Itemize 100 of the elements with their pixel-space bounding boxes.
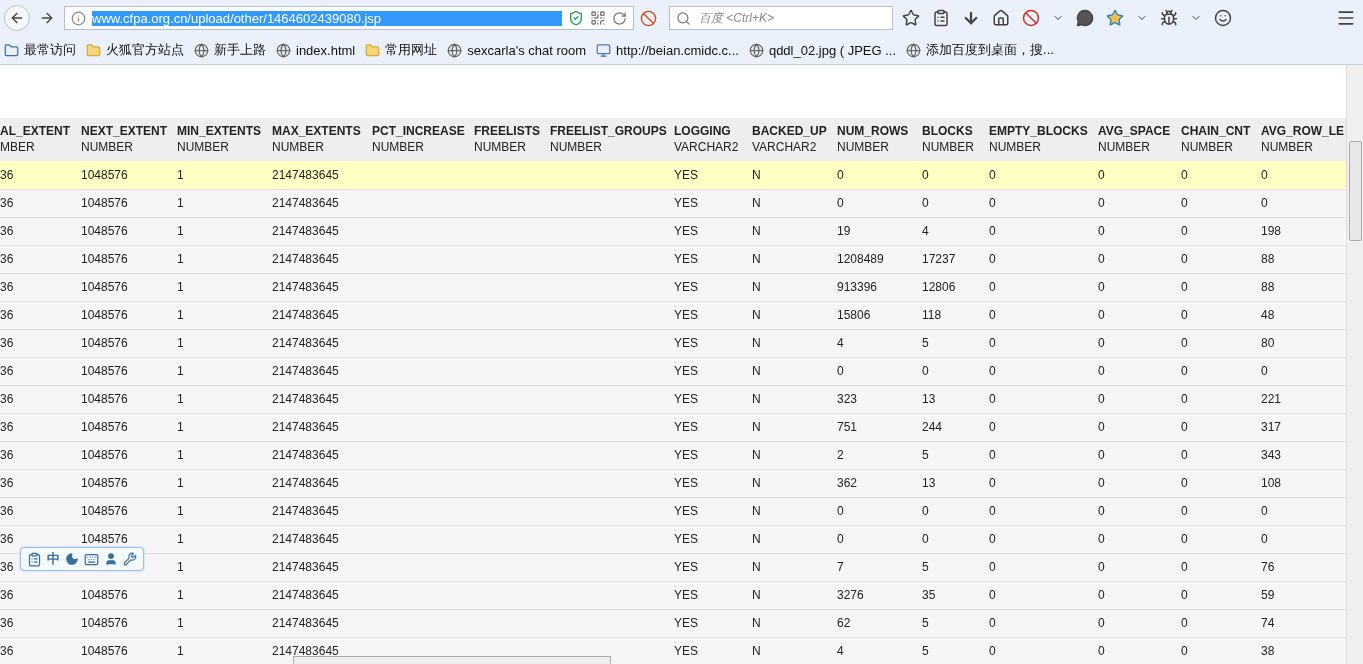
search-input[interactable]: 百度 <Ctrl+K> (697, 10, 886, 26)
table-cell: 0 (1098, 476, 1105, 490)
table-cell: N (752, 224, 761, 238)
table-row[interactable]: 36 1048576 1 2147483645 YES N 0 0 0 0 0 0 (0, 189, 1346, 217)
bookmark-link[interactable]: qddl_02.jpg ( JPEG ... (748, 42, 897, 58)
table-cell: N (752, 644, 761, 658)
table-cell: 0 (1098, 644, 1105, 658)
search-field[interactable]: 百度 <Ctrl+K> (669, 6, 893, 30)
bookmark-link[interactable]: 添加百度到桌面，搜... (906, 41, 1054, 59)
globe-icon (447, 42, 463, 58)
table-cell: 80 (1261, 336, 1275, 350)
table-row[interactable]: 36 1048576 1 2147483645 YES N 2 5 0 0 0 343 (0, 441, 1346, 469)
table-cell: 2147483645 (272, 616, 339, 630)
column-name: CHAIN_CNT (1181, 123, 1252, 139)
table-row[interactable]: 36 1048576 1 2147483645 YES N 19 4 0 0 0 198 (0, 217, 1346, 245)
table-cell: 0 (989, 560, 996, 574)
table-cell: 36 (0, 364, 14, 378)
table-cell: 0 (837, 364, 844, 378)
table-row[interactable]: 36 1048576 1 2147483645 YES N 4 5 0 0 0 80 (0, 329, 1346, 357)
wrench-icon[interactable] (123, 552, 137, 566)
blocked-icon[interactable] (640, 9, 657, 27)
table-cell: 1 (177, 252, 184, 266)
table-cell: 1048576 (81, 336, 128, 350)
table-cell: 36 (0, 588, 14, 602)
table-cell: 244 (922, 420, 943, 434)
bookmark-link[interactable]: sexcarla's chat room (447, 42, 587, 58)
back-button[interactable] (4, 5, 30, 31)
table-cell: N (752, 616, 761, 630)
table-cell: 0 (1181, 644, 1188, 658)
table-cell: 1208489 (837, 252, 884, 266)
table-cell: N (752, 252, 761, 266)
table-cell: 36 (0, 336, 14, 350)
ime-toolbar[interactable]: 中 (20, 547, 144, 571)
table-cell: 1048576 (81, 252, 128, 266)
qr-code-icon[interactable] (590, 10, 606, 26)
table-cell: 0 (1098, 560, 1105, 574)
bookmark-link[interactable]: 最常访问 (4, 41, 76, 59)
table-cell: 36 (0, 196, 14, 210)
table-cell: 5 (922, 560, 929, 574)
table-row[interactable]: 36 1048576 1 2147483645 YES N 0 0 0 0 0 0 (0, 525, 1346, 553)
table-row[interactable]: 36 1048576 1 2147483645 YES N 0 0 0 0 0 0 (0, 357, 1346, 385)
bookmark-link[interactable]: 新手上路 (194, 41, 266, 59)
table-cell: 1 (177, 588, 184, 602)
table-cell: 36 (0, 532, 14, 546)
table-row[interactable]: 36 1048576 1 2147483645 YES N 1208489 17237 0 0 0 88 (0, 245, 1346, 273)
input-mode[interactable]: 中 (47, 550, 60, 568)
table-cell: 62 (837, 616, 851, 630)
table-cell: 1 (177, 364, 184, 378)
table-cell: 0 (989, 196, 996, 210)
table-row[interactable]: 36 1048576 1 2147483645 YES N 3276 35 0 0 0 59 (0, 581, 1346, 609)
table-cell: N (752, 167, 761, 182)
table-cell: 0 (989, 644, 996, 658)
table-row[interactable]: 36 1048576 1 2147483645 YES N 0 0 0 0 0 0 (0, 497, 1346, 525)
table-cell: 1048576 (81, 588, 128, 602)
table-row[interactable]: 36 1048576 1 2147483645 YES N 751 244 0 0 0 317 (0, 413, 1346, 441)
table-cell: 0 (1181, 308, 1188, 322)
column-type: NUMBER (177, 139, 230, 155)
horizontal-scrollbar[interactable] (293, 656, 611, 664)
table-cell: 362 (837, 476, 858, 490)
table-cell: 317 (1261, 420, 1282, 434)
table-cell: 0 (1181, 504, 1188, 518)
search-icon (676, 10, 691, 26)
table-cell: YES (674, 280, 698, 294)
column-name: MIN_EXTENTS (177, 123, 262, 139)
vertical-scrollbar[interactable] (1346, 65, 1363, 664)
bookmark-link[interactable]: index.html (276, 42, 356, 58)
table-cell: 36 (0, 560, 14, 574)
column-type: MBER (0, 139, 36, 155)
table-cell: 221 (1261, 392, 1282, 406)
table-cell: 2147483645 (272, 224, 339, 238)
column-type: VARCHAR2 (674, 139, 740, 155)
table-cell: 0 (837, 196, 844, 210)
table-cell: YES (674, 336, 698, 350)
keyboard-icon[interactable] (84, 551, 99, 567)
reload-icon[interactable] (612, 10, 627, 26)
table-cell: 0 (989, 476, 996, 490)
table-cell: 5 (922, 644, 929, 658)
table-row[interactable]: 36 1048576 1 2147483645 YES N 362 13 0 0 0 108 (0, 469, 1346, 497)
table-cell: 1048576 (81, 167, 128, 182)
table-cell: 0 (1098, 392, 1105, 406)
table-cell: 0 (1181, 167, 1188, 182)
table-cell: 0 (1261, 532, 1268, 546)
table-row[interactable]: 36 1048576 1 2147483645 YES N 15806 118 0 0 0 48 (0, 301, 1346, 329)
table-cell: 1 (177, 196, 184, 210)
bookmark-link[interactable]: 常用网址 (365, 41, 438, 59)
table-row[interactable]: 36 1048576 1 2147483645 YES N 62 5 0 0 0 74 (0, 609, 1346, 637)
column-type: NUMBER (922, 139, 975, 155)
table-cell: 0 (922, 504, 929, 518)
moon-icon[interactable] (65, 552, 79, 566)
column-name: PCT_INCREASE (372, 123, 466, 139)
table-cell: 48 (1261, 308, 1275, 322)
table-row[interactable]: 36 1048576 1 2147483645 YES N 323 13 0 0 0 221 (0, 385, 1346, 413)
bookmark-link[interactable]: http://beian.cmidc.c... (596, 42, 739, 58)
user-icon[interactable] (104, 552, 118, 566)
column-type: NUMBER (372, 139, 425, 155)
table-cell: 17237 (922, 252, 956, 266)
table-cell: 0 (1098, 616, 1105, 630)
table-cell: 0 (1098, 588, 1105, 602)
bookmark-link[interactable]: 火狐官方站点 (86, 41, 184, 59)
table-row[interactable]: 36 1048576 1 2147483645 YES N 913396 12806 0 0 0 88 (0, 273, 1346, 301)
